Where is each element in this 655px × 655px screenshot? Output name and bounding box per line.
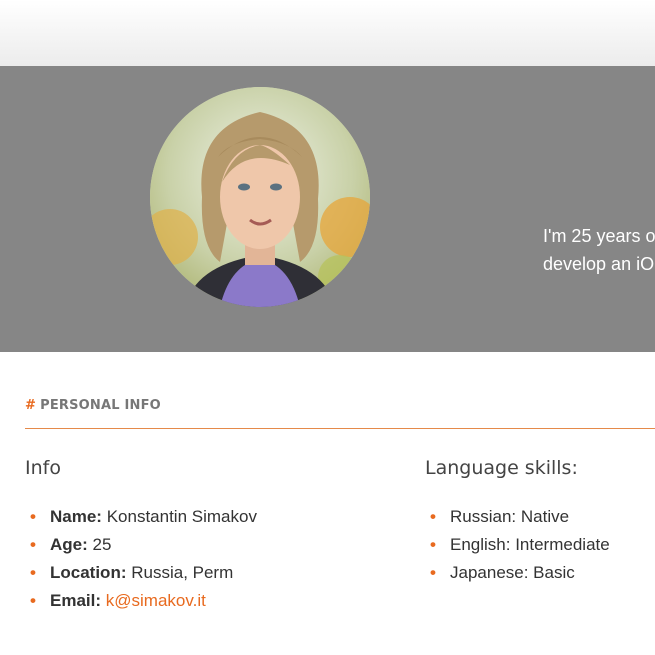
info-value: Russia, Perm [131, 563, 234, 582]
section-title-text: PERSONAL INFO [40, 398, 161, 413]
bullet-icon: • [30, 563, 36, 582]
language-item: • Russian: Native [430, 505, 610, 533]
info-item-email: • Email: k@simakov.it [30, 589, 257, 617]
profile-avatar [150, 87, 370, 307]
hero-banner: I'm 25 years o develop an iO [0, 66, 655, 352]
section-divider [25, 428, 655, 429]
language-skills-heading: Language skills: [425, 457, 578, 479]
info-key: Location: [50, 563, 127, 582]
bullet-icon: • [30, 507, 36, 526]
bullet-icon: • [430, 535, 436, 554]
language-item: • English: Intermediate [430, 533, 610, 561]
intro-text: I'm 25 years o develop an iO [543, 222, 655, 278]
info-key: Name: [50, 507, 102, 526]
language-list: • Russian: Native • English: Intermediat… [430, 505, 610, 589]
bullet-icon: • [430, 507, 436, 526]
language-text: Japanese: Basic [450, 563, 575, 582]
hash-mark: # [25, 398, 37, 413]
bullet-icon: • [430, 563, 436, 582]
language-item: • Japanese: Basic [430, 561, 610, 589]
info-key: Email: [50, 591, 102, 610]
language-text: Russian: Native [450, 507, 570, 526]
info-item-location: • Location: Russia, Perm [30, 561, 257, 589]
info-list: • Name: Konstantin Simakov • Age: 25 • L… [30, 505, 257, 617]
bullet-icon: • [30, 535, 36, 554]
top-header-bar [0, 0, 655, 67]
info-item-age: • Age: 25 [30, 533, 257, 561]
info-value: Konstantin Simakov [106, 507, 257, 526]
intro-line-1: I'm 25 years o [543, 226, 655, 246]
email-link[interactable]: k@simakov.it [106, 591, 206, 610]
personal-info-title: # PERSONAL INFO [25, 398, 161, 413]
info-heading: Info [25, 457, 61, 479]
intro-line-2: develop an iO [543, 254, 655, 274]
language-text: English: Intermediate [450, 535, 610, 554]
bullet-icon: • [30, 591, 36, 610]
info-item-name: • Name: Konstantin Simakov [30, 505, 257, 533]
profile-photo [150, 87, 370, 307]
info-value: 25 [92, 535, 112, 554]
info-key: Age: [50, 535, 88, 554]
